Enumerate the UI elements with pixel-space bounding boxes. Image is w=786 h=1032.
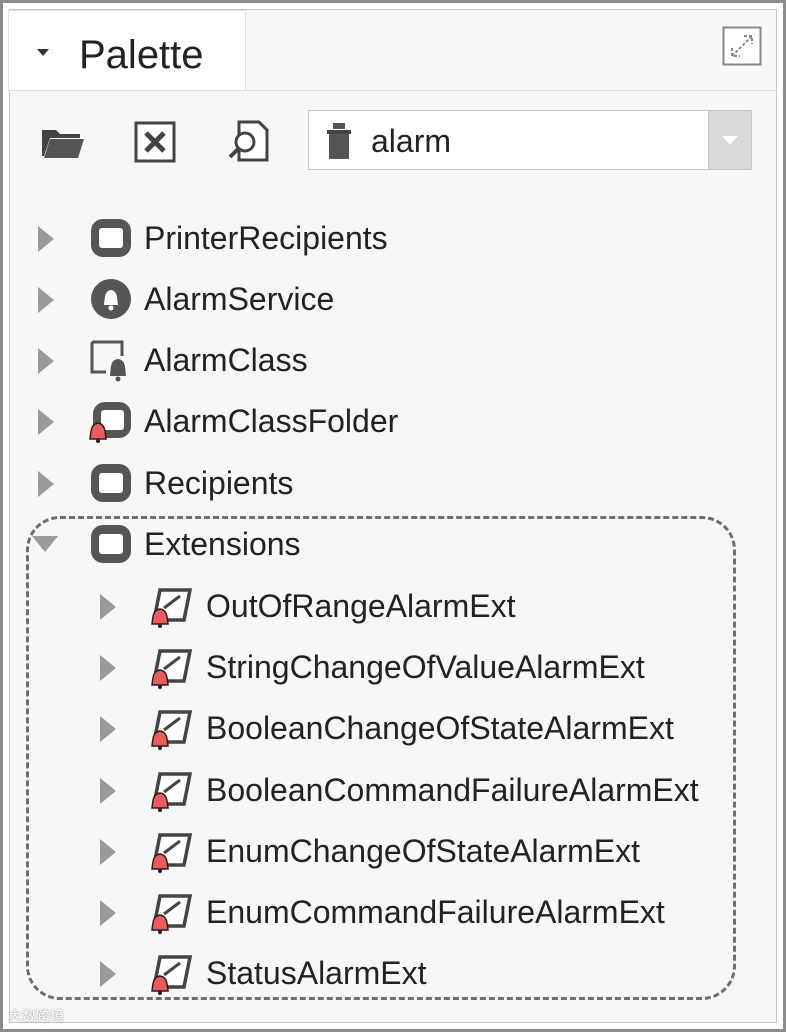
tree-item-label: AlarmClass xyxy=(144,342,308,378)
module-select[interactable]: alarm xyxy=(308,110,752,170)
header-divider xyxy=(8,90,778,91)
folder-icon xyxy=(91,219,131,257)
module-select-dropdown-button[interactable] xyxy=(708,111,751,169)
tree-item-label: Recipients xyxy=(144,465,294,501)
tree-item-label: PrinterRecipients xyxy=(144,220,388,256)
alarm-service-icon xyxy=(91,279,131,319)
expand-arrow-icon[interactable] xyxy=(38,471,54,497)
find-button[interactable] xyxy=(225,118,271,164)
extensions-highlight-box xyxy=(26,516,736,1000)
palette-header[interactable]: Palette xyxy=(8,10,246,91)
find-document-icon xyxy=(228,120,269,162)
tree-item-label: AlarmService xyxy=(144,281,335,317)
module-select-value: alarm xyxy=(371,123,452,159)
alarm-class-icon xyxy=(90,340,126,382)
expand-arrow-icon[interactable] xyxy=(38,287,54,313)
maximize-icon xyxy=(722,26,762,66)
open-folder-icon xyxy=(42,130,84,158)
expand-arrow-icon[interactable] xyxy=(38,348,54,374)
maximize-button[interactable] xyxy=(722,26,762,66)
tree-item-label: AlarmClassFolder xyxy=(144,403,399,439)
close-palette-button[interactable] xyxy=(133,120,179,164)
watermark: 大数跨境 xyxy=(8,1008,64,1024)
expand-arrow-icon[interactable] xyxy=(38,226,54,252)
open-palette-button[interactable] xyxy=(40,122,86,162)
folder-icon xyxy=(91,464,131,502)
collapse-caret-icon[interactable] xyxy=(37,49,49,56)
chevron-down-icon xyxy=(722,136,738,145)
expand-arrow-icon[interactable] xyxy=(38,409,54,435)
alarm-folder-icon xyxy=(89,402,131,443)
module-jar-icon xyxy=(327,123,351,159)
palette-title: Palette xyxy=(79,33,204,77)
close-box-icon xyxy=(134,121,176,163)
